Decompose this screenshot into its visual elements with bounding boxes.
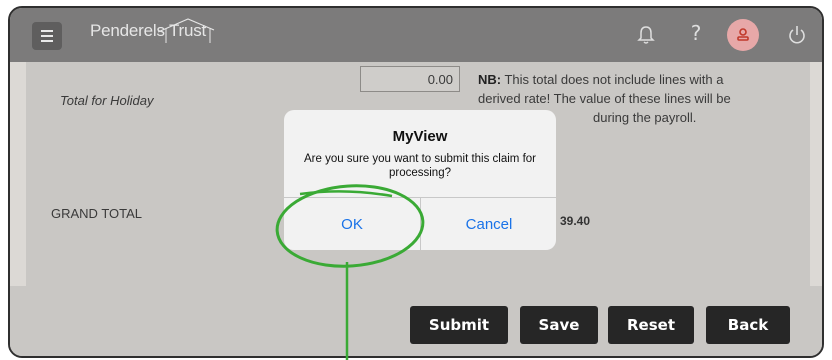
confirm-dialog: MyView Are you sure you want to submit t… [284, 110, 556, 250]
bell-icon[interactable] [635, 24, 657, 46]
grand-total-value: 39.40 [560, 214, 591, 228]
user-avatar-icon[interactable] [727, 19, 759, 51]
hamburger-icon[interactable] [32, 22, 62, 50]
top-bar: Penderels Trust ? [10, 8, 822, 62]
dialog-cancel-button[interactable]: Cancel [421, 198, 556, 250]
dialog-ok-button[interactable]: OK [284, 198, 420, 250]
holiday-total-label: Total for Holiday [60, 93, 154, 108]
grand-total-label: GRAND TOTAL [51, 206, 143, 221]
note-prefix: NB: [478, 72, 502, 87]
holiday-total-field: 0.00 [360, 66, 460, 92]
help-icon[interactable]: ? [685, 21, 707, 45]
power-icon[interactable] [786, 24, 808, 46]
logo-roof-icon [157, 18, 215, 43]
dialog-message: Are you sure you want to submit this cla… [303, 153, 536, 179]
back-button[interactable]: Back [706, 306, 790, 344]
reset-button[interactable]: Reset [608, 306, 694, 344]
note-tail: during the payroll. [593, 110, 697, 125]
note-body: This total does not include lines with a… [478, 72, 731, 106]
dialog-title: MyView [392, 128, 448, 145]
save-button[interactable]: Save [520, 306, 598, 344]
submit-button[interactable]: Submit [410, 306, 508, 344]
person-icon [737, 28, 749, 41]
